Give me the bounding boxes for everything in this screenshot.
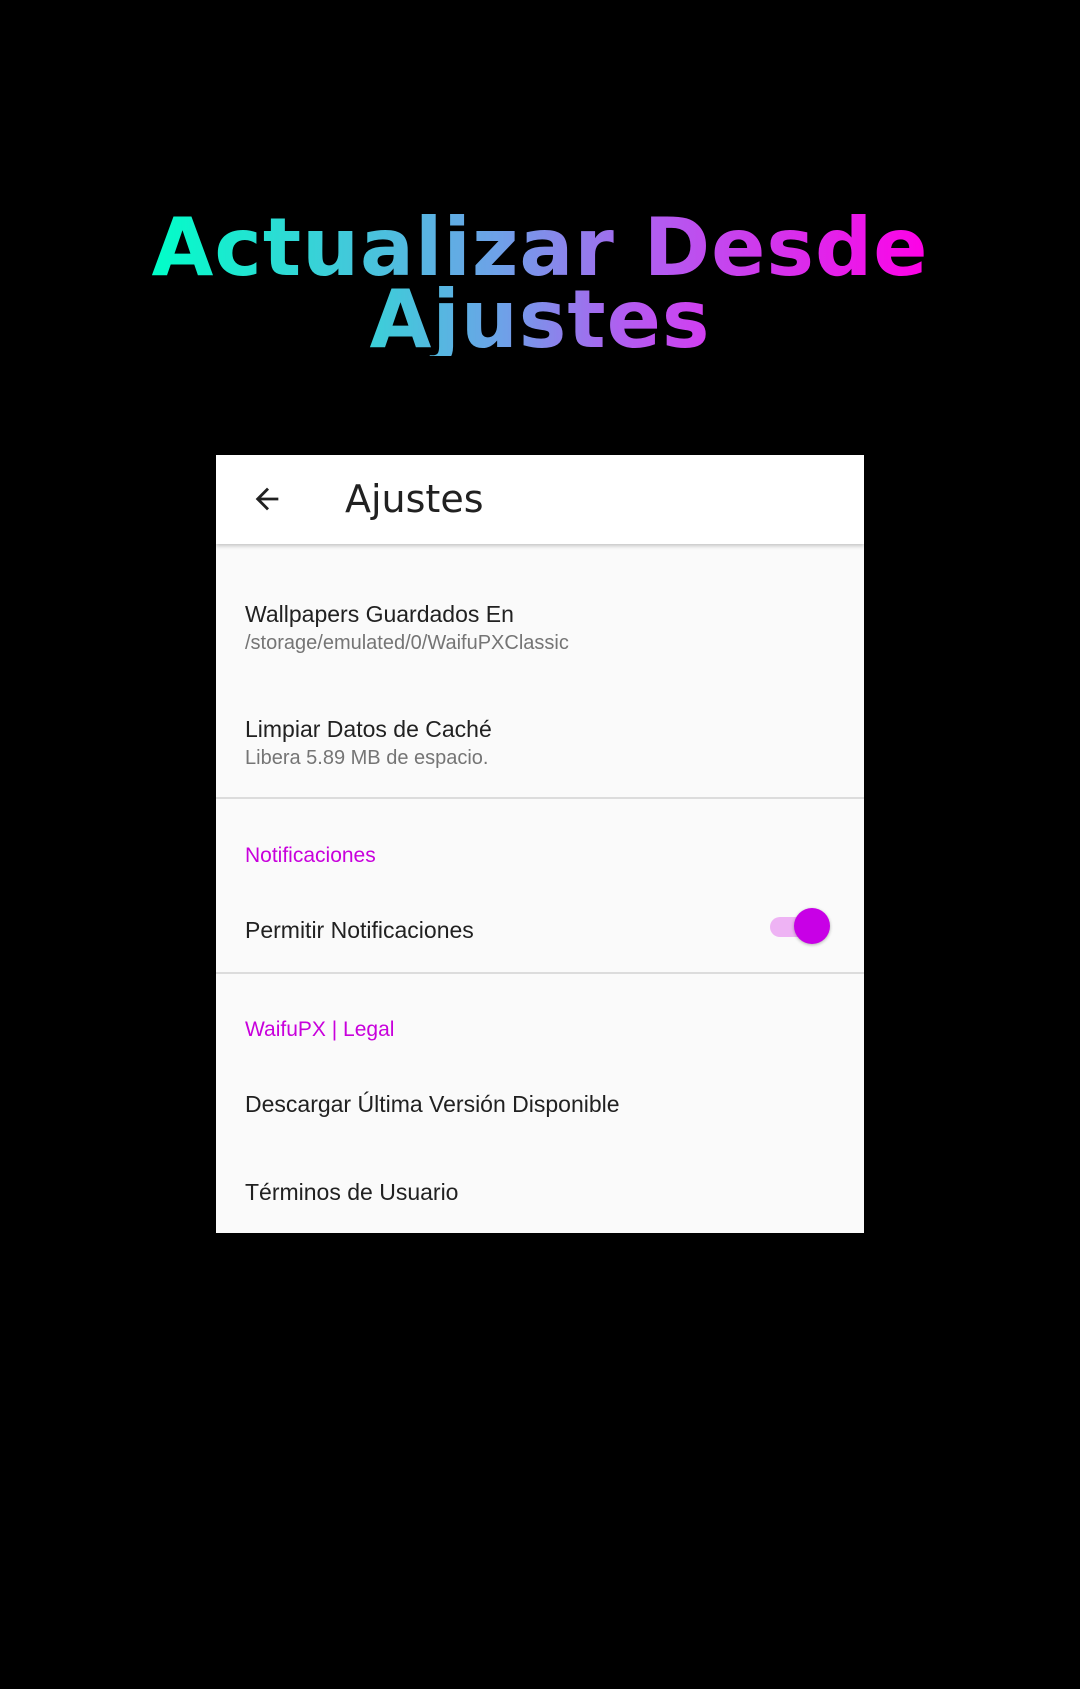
pref-storage-summary: /storage/emulated/0/WaifuPXClassic [245,632,569,654]
pref-download-title: Descargar Última Versión Disponible [245,1091,620,1117]
promo-title-line-2: Ajustes [369,273,711,366]
pref-allow-notifications-title: Permitir Notificaciones [245,917,474,943]
pref-allow-notifications[interactable]: Permitir Notificaciones [245,915,835,945]
divider [216,797,864,799]
app-bar: Ajustes [216,455,864,544]
pref-cache-title: Limpiar Datos de Caché [245,716,492,742]
pref-clear-cache[interactable]: Limpiar Datos de Caché Libera 5.89 MB de… [245,714,835,772]
promo-title: Actualizar Desde Ajustes [0,208,1080,366]
arrow-back-icon[interactable] [250,482,284,516]
divider [216,972,864,974]
pref-terms-title: Términos de Usuario [245,1179,459,1205]
page-title: Ajustes [345,477,484,521]
settings-screen: Ajustes Wallpapers Guardados En /storage… [216,455,864,1233]
category-notifications: Notificaciones [245,844,376,867]
toggle-thumb [794,908,830,944]
pref-storage-title: Wallpapers Guardados En [245,601,514,627]
pref-storage-location[interactable]: Wallpapers Guardados En /storage/emulate… [245,599,835,657]
category-legal: WaifuPX | Legal [245,1018,395,1041]
pref-user-terms[interactable]: Términos de Usuario [245,1177,835,1207]
pref-download-latest[interactable]: Descargar Última Versión Disponible [245,1089,835,1119]
notifications-toggle[interactable] [770,906,830,946]
pref-cache-summary: Libera 5.89 MB de espacio. [245,747,489,769]
